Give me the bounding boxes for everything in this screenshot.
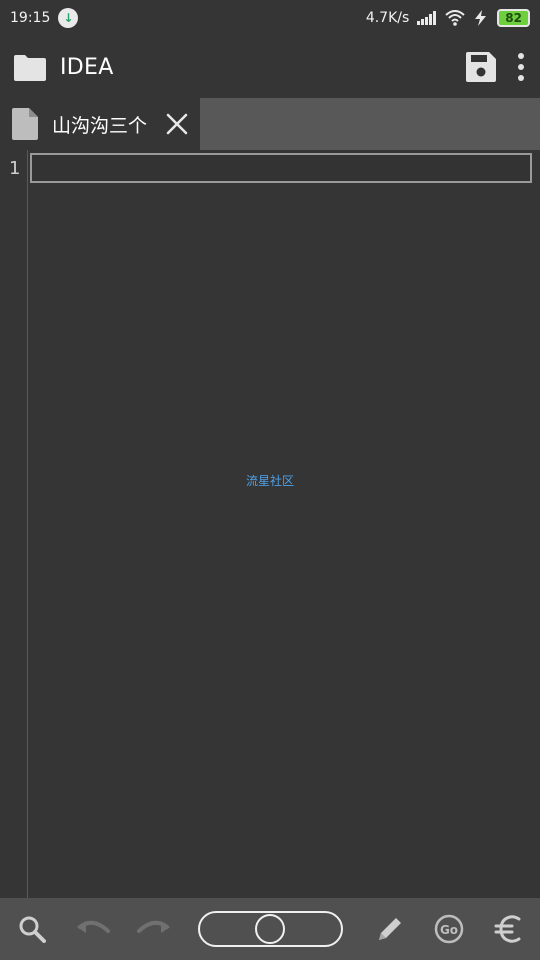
line-number: 1	[9, 158, 21, 179]
status-bar: 19:15 ↓ 4.7K/s 82	[0, 0, 540, 36]
charging-icon	[475, 10, 487, 26]
tab-file[interactable]: 山沟沟三个	[0, 98, 200, 150]
undo-icon	[76, 920, 110, 933]
more-vert-icon[interactable]	[516, 52, 526, 82]
euro-icon	[494, 915, 521, 943]
app-bar: IDEA	[0, 36, 540, 98]
app-actions	[466, 52, 526, 82]
redo-icon	[136, 920, 170, 933]
bottom-toolbar: Go	[0, 898, 540, 960]
euro-button[interactable]	[489, 909, 528, 949]
redo-button[interactable]	[134, 909, 173, 949]
tab-label: 山沟沟三个	[52, 114, 148, 137]
tab-strip: 山沟沟三个	[0, 98, 540, 150]
signal-icon	[417, 11, 437, 25]
go-icon: Go	[435, 914, 464, 944]
go-button[interactable]: Go	[430, 909, 469, 949]
home-button[interactable]	[255, 914, 286, 944]
status-right: 4.7K/s 82	[366, 9, 530, 27]
save-icon[interactable]	[466, 52, 496, 82]
download-icon: ↓	[58, 8, 79, 28]
search-icon	[19, 916, 46, 943]
undo-button[interactable]	[73, 909, 112, 949]
battery-indicator: 82	[497, 9, 530, 27]
close-icon[interactable]	[166, 113, 188, 135]
file-icon	[12, 108, 38, 140]
current-line-input[interactable]	[30, 153, 532, 183]
watermark-text: 流星社区	[245, 474, 294, 488]
status-time: 19:15	[10, 10, 51, 26]
status-left: 19:15 ↓	[10, 8, 79, 28]
search-button[interactable]	[12, 909, 51, 949]
folder-icon[interactable]	[14, 53, 46, 81]
screen: 19:15 ↓ 4.7K/s 82 IDEA 山沟沟三个 1 流星社区 Go	[0, 0, 540, 960]
app-title: IDEA	[60, 54, 114, 80]
network-speed: 4.7K/s	[365, 10, 410, 26]
svg-text:Go: Go	[440, 923, 458, 937]
edit-icon	[379, 918, 402, 940]
code-editor[interactable]: 1 流星社区	[0, 150, 540, 898]
nav-pill[interactable]	[197, 911, 343, 947]
wifi-icon	[445, 10, 465, 26]
edit-button[interactable]	[371, 909, 410, 949]
line-gutter: 1	[0, 150, 28, 898]
